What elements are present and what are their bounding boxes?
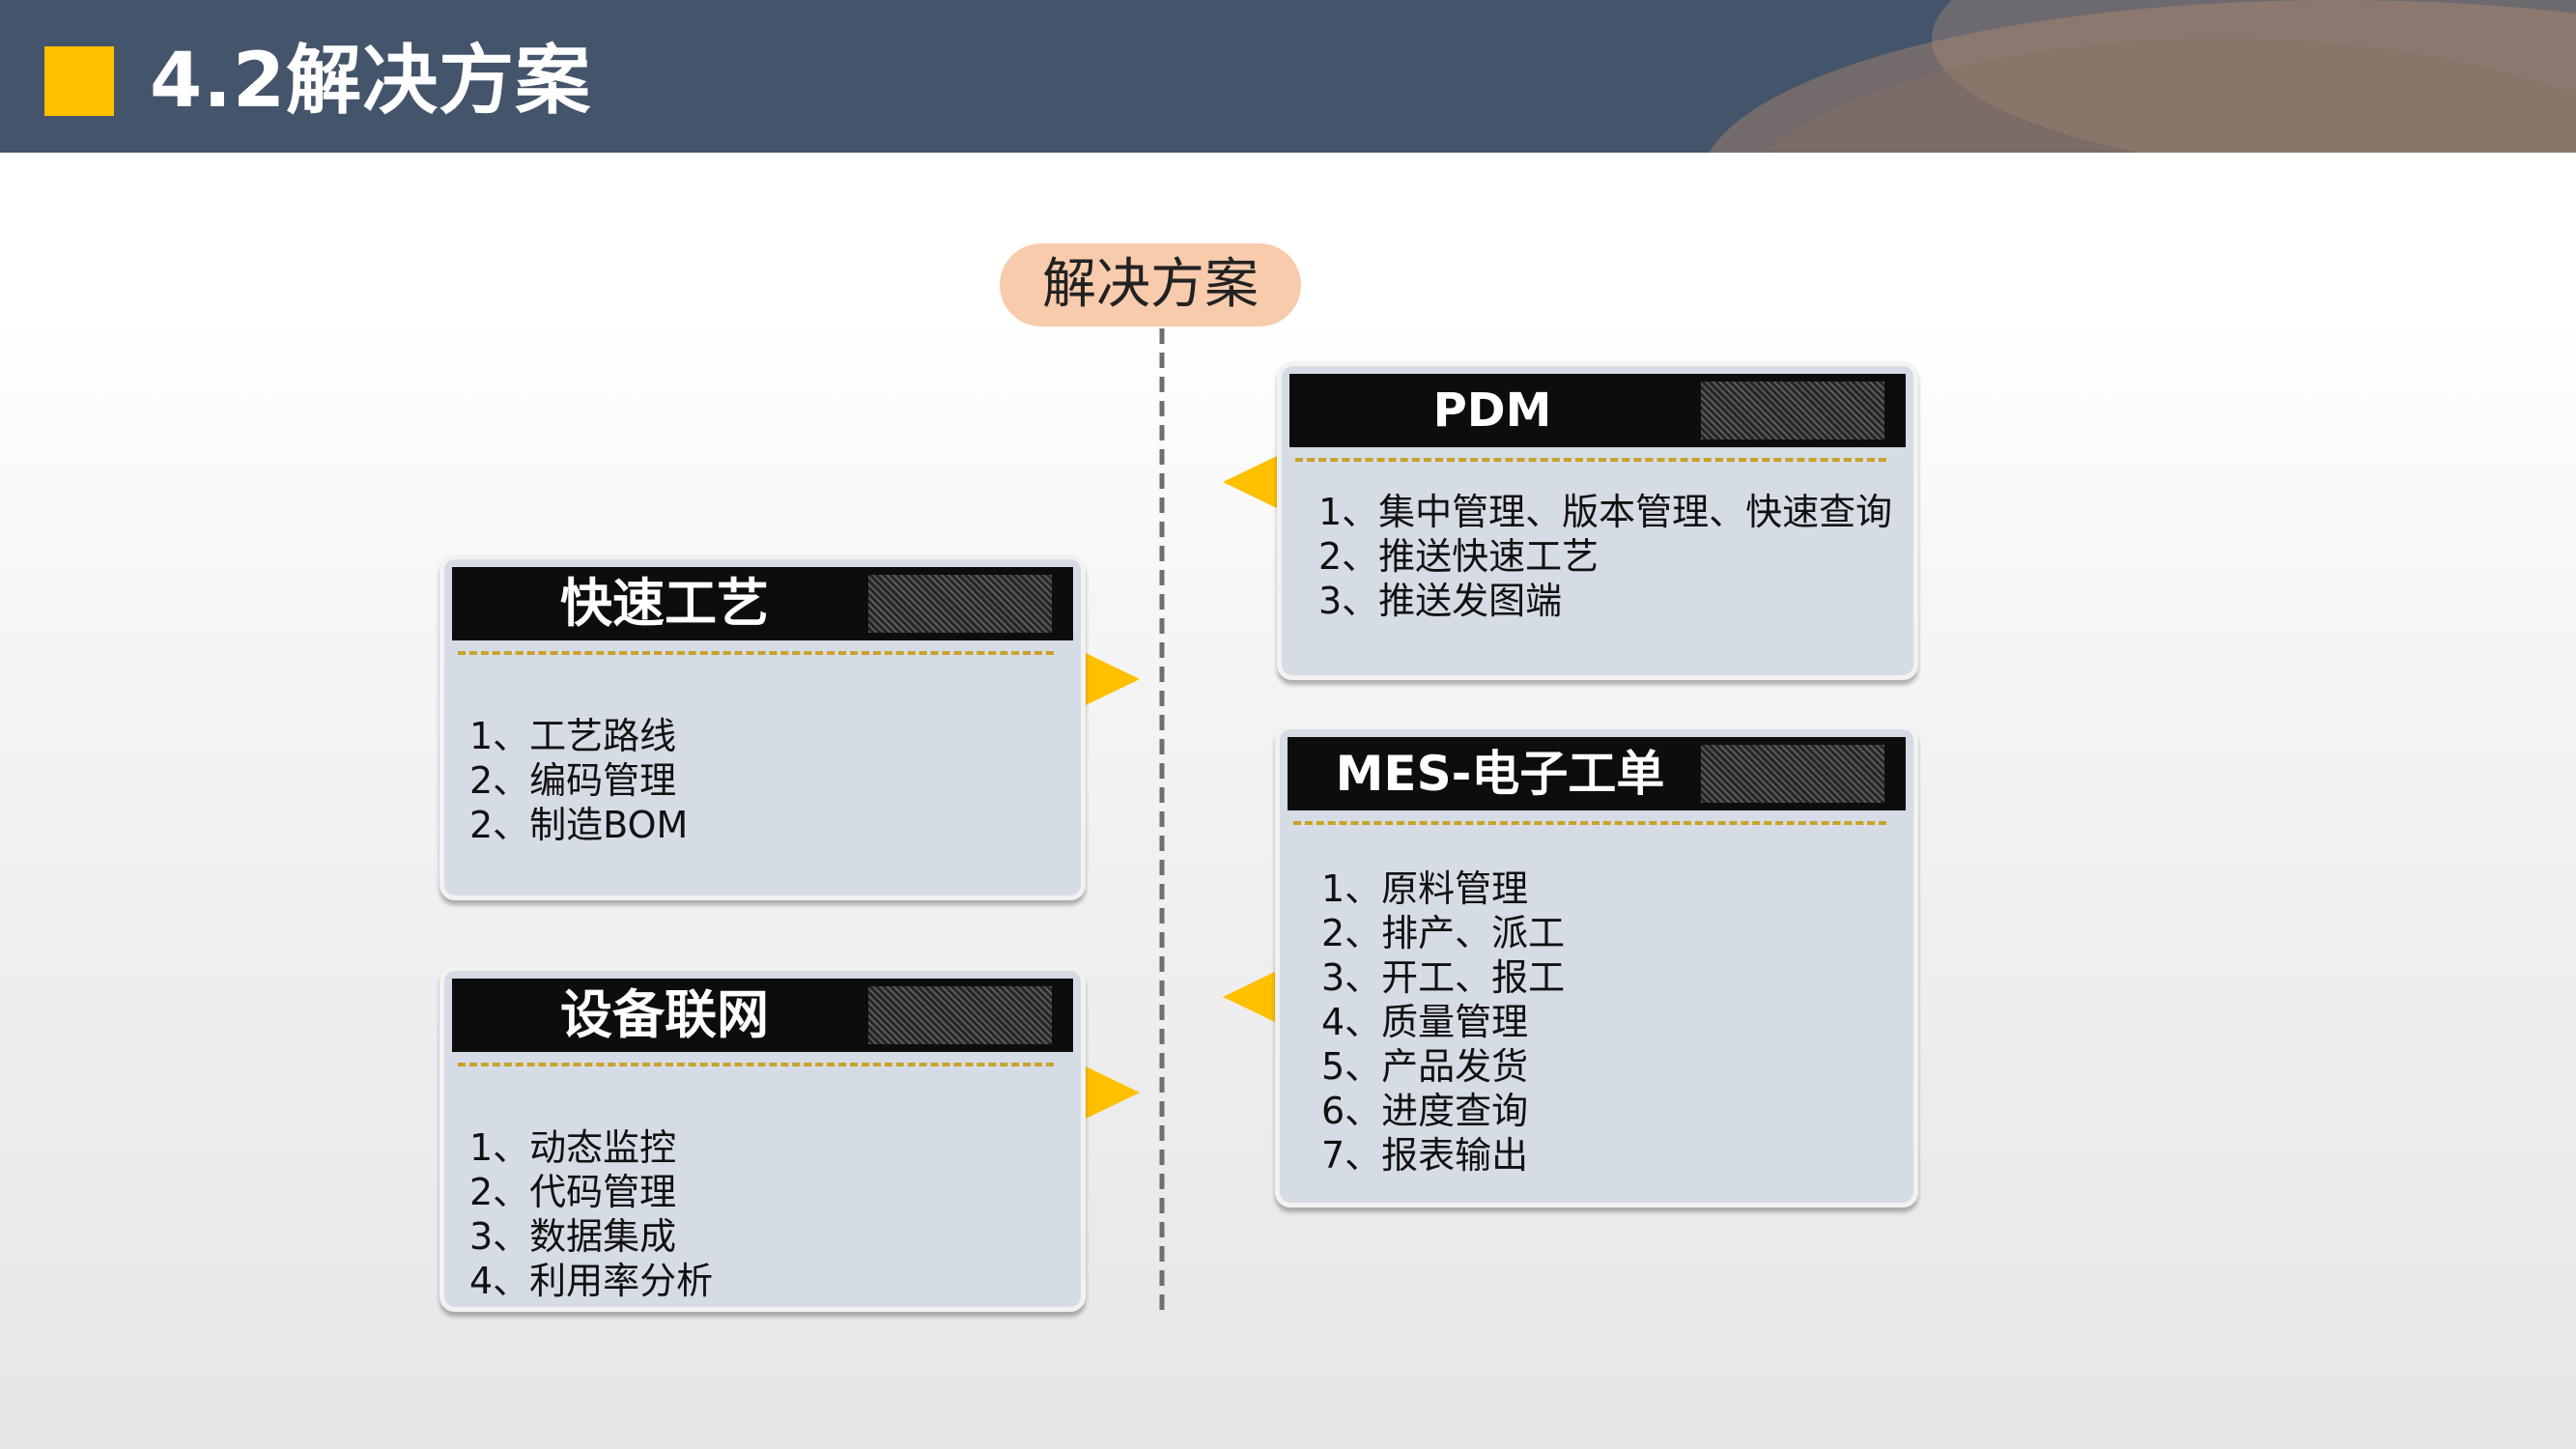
mes-item-list: 1、原料管理 2、排产、派工 3、开工、报工 4、质量管理 5、产品发货 6、进…	[1321, 867, 1565, 1178]
center-label: 解决方案	[1000, 243, 1301, 327]
process-card-title: 快速工艺	[560, 573, 769, 634]
mes-pointer	[1223, 970, 1279, 1024]
list-item: 2、编码管理	[469, 759, 677, 802]
pdm-header-pattern	[1701, 382, 1884, 440]
list-item: 1、原料管理	[1321, 867, 1529, 910]
list-item: 3、数据集成	[469, 1215, 677, 1258]
process-pointer	[1084, 652, 1140, 706]
process-card-header: 快速工艺	[452, 567, 1073, 640]
process-item-list: 1、工艺路线 2、编码管理 2、制造BOM	[469, 714, 688, 847]
mes-card-header: MES-电子工单	[1288, 737, 1906, 810]
mes-card-title: MES-电子工单	[1335, 746, 1665, 802]
pdm-pointer	[1223, 455, 1279, 509]
list-item: 2、排产、派工	[1321, 912, 1566, 954]
pdm-card-header: PDM	[1289, 374, 1906, 447]
process-card: 快速工艺 1、工艺路线 2、编码管理 2、制造BOM	[439, 554, 1086, 900]
pdm-item-list: 1、集中管理、版本管理、快速查询 2、推送快速工艺 3、推送发图端	[1318, 490, 1892, 623]
process-divider	[458, 651, 1054, 655]
list-item: 2、制造BOM	[469, 804, 689, 846]
pdm-card: PDM 1、集中管理、版本管理、快速查询 2、推送快速工艺 3、推送发图端	[1277, 361, 1918, 680]
mes-header-pattern	[1701, 745, 1884, 803]
mes-card: MES-电子工单 1、原料管理 2、排产、派工 3、开工、报工 4、质量管理 5…	[1275, 724, 1918, 1208]
process-header-pattern	[868, 575, 1052, 633]
device-header-pattern	[868, 986, 1052, 1044]
list-item: 5、产品发货	[1321, 1045, 1529, 1088]
device-card-title: 设备联网	[560, 984, 769, 1045]
list-item: 4、质量管理	[1321, 1001, 1529, 1043]
list-item: 4、利用率分析	[469, 1260, 714, 1302]
device-card: 设备联网 1、动态监控 2、代码管理 3、数据集成 4、利用率分析	[439, 966, 1086, 1312]
list-item: 1、动态监控	[469, 1126, 677, 1169]
device-card-header: 设备联网	[452, 979, 1073, 1052]
list-item: 1、工艺路线	[469, 715, 677, 757]
list-item: 7、报表输出	[1321, 1134, 1529, 1177]
list-item: 3、开工、报工	[1321, 956, 1566, 999]
list-item: 3、推送发图端	[1318, 580, 1563, 622]
list-item: 6、进度查询	[1321, 1090, 1529, 1132]
pdm-divider	[1295, 458, 1886, 462]
list-item: 2、代码管理	[469, 1171, 677, 1213]
device-pointer	[1084, 1065, 1140, 1120]
device-item-list: 1、动态监控 2、代码管理 3、数据集成 4、利用率分析	[469, 1125, 713, 1303]
mes-divider	[1293, 821, 1886, 825]
pdm-card-title: PDM	[1432, 384, 1552, 438]
list-item: 2、推送快速工艺	[1318, 535, 1599, 578]
device-divider	[458, 1063, 1054, 1066]
list-item: 1、集中管理、版本管理、快速查询	[1318, 491, 1893, 533]
